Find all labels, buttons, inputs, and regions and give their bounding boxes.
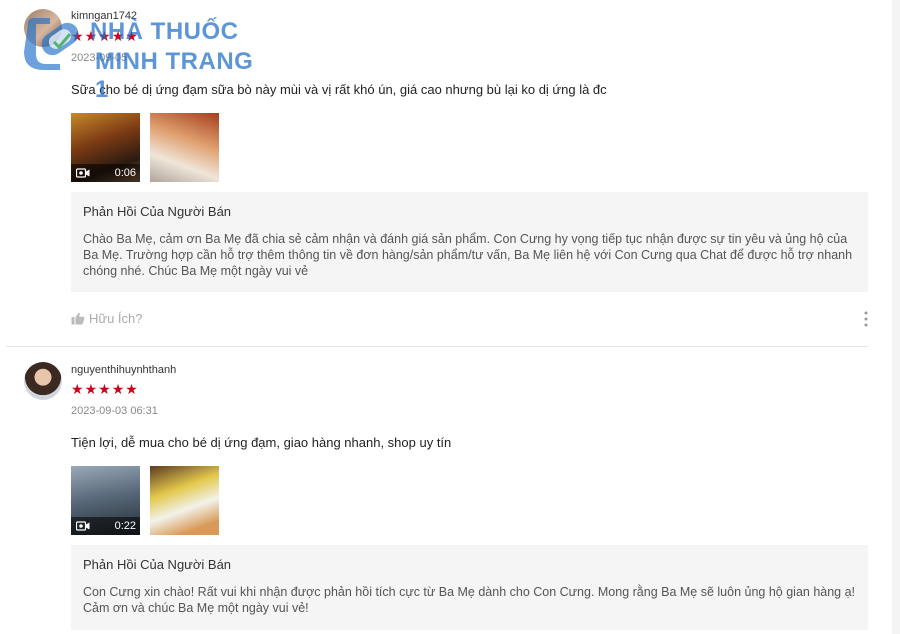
video-duration: 0:22 [114,520,136,532]
avatar[interactable] [24,9,62,47]
star-icon: ★ [98,381,111,397]
star-icon: ★ [98,28,111,44]
seller-reply-title: Phản Hồi Của Người Bán [83,204,232,219]
star-icon: ★ [111,28,125,44]
seller-reply-title: Phản Hồi Của Người Bán [83,557,232,572]
seller-reply: Phản Hồi Của Người Bán Con Cưng xin chào… [71,545,868,630]
review-comment: Sữa cho bé dị ứng đạm sữa bò này mùi và … [71,82,607,97]
seller-reply-body: Chào Ba Mẹ, cảm ơn Ba Mẹ đã chia sẻ cảm … [83,232,853,278]
helpful-label: Hữu Ích? [89,311,143,326]
review-item: kimngan1742 ★ ★ ★ ★ ★ 2023-09-05 Sữa cho… [0,0,870,347]
more-vertical-icon[interactable] [862,311,870,327]
video-duration: 0:06 [114,167,136,179]
star-icon: ★ [71,381,84,397]
video-camera-icon [76,521,90,531]
review-date: 2023-09-05 [71,52,128,64]
star-rating: ★ ★ ★ ★ ★ [71,29,138,43]
review-username[interactable]: nguyenthihuynhthanh [71,364,176,376]
star-icon: ★ [84,381,98,397]
thumbs-up-icon [71,312,85,325]
review-username[interactable]: kimngan1742 [71,10,137,22]
video-camera-icon [76,168,90,178]
review-comment: Tiện lợi, dễ mua cho bé dị ứng đạm, giao… [71,435,452,450]
helpful-button[interactable]: Hữu Ích? [71,311,143,326]
review-video-thumbnail[interactable]: 0:22 [71,466,140,535]
review-image-thumbnail[interactable] [150,113,219,182]
video-overlay: 0:06 [71,164,140,182]
seller-reply: Phản Hồi Của Người Bán Chào Ba Mẹ, cảm ơ… [71,192,868,292]
review-image-thumbnail[interactable] [150,466,219,535]
star-icon: ★ [71,28,84,44]
star-icon: ★ [125,28,138,44]
review-item: nguyenthihuynhthanh ★ ★ ★ ★ ★ 2023-09-03… [0,348,870,634]
star-icon: ★ [111,381,125,397]
star-icon: ★ [125,381,138,397]
avatar[interactable] [24,362,62,400]
review-date: 2023-09-03 06:31 [71,405,158,417]
review-video-thumbnail[interactable]: 0:06 [71,113,140,182]
star-icon: ★ [84,28,98,44]
video-overlay: 0:22 [71,517,140,535]
seller-reply-body: Con Cưng xin chào! Rất vui khi nhận được… [83,585,856,615]
star-rating: ★ ★ ★ ★ ★ [71,382,138,396]
scrollbar[interactable] [892,0,900,634]
review-divider [6,346,868,347]
